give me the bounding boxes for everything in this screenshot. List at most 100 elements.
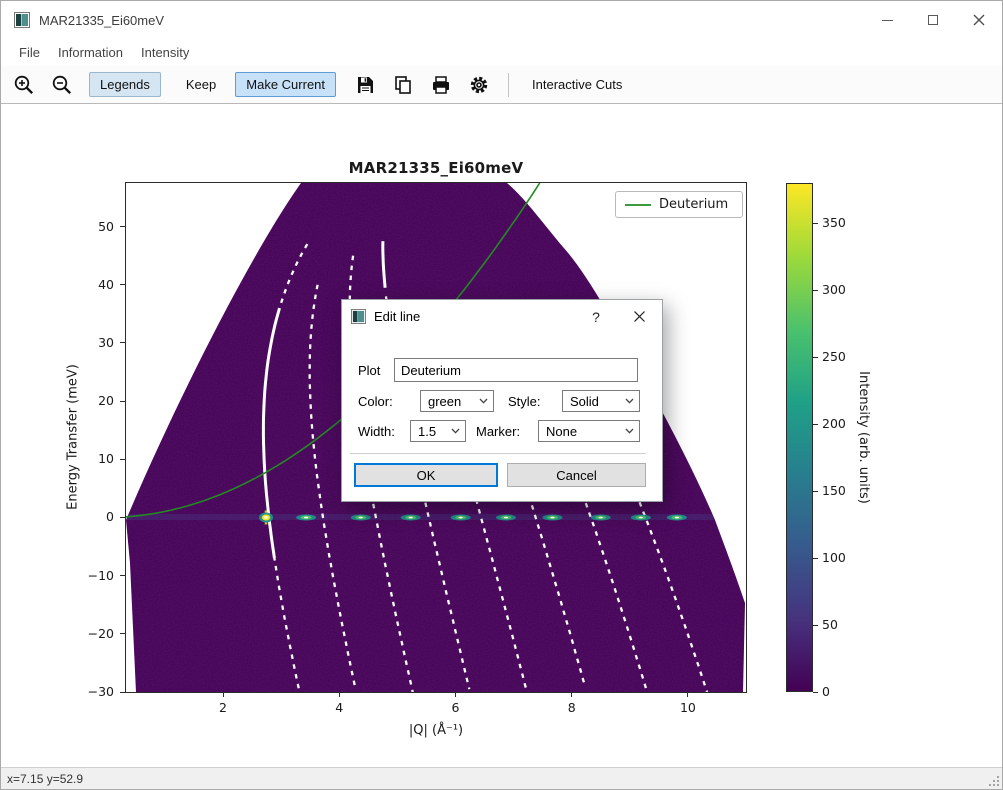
zoom-in-icon: [12, 73, 36, 97]
colorbar-tick-label: 200: [822, 415, 858, 432]
print-icon: [430, 74, 452, 96]
marker-select[interactable]: None: [538, 420, 640, 442]
dialog-title: Edit line: [374, 309, 575, 324]
toolbar: Legends Keep Make Current: [1, 66, 1002, 104]
colorbar-tick-mark: [813, 692, 818, 693]
menu-bar: File Information Intensity: [1, 39, 1002, 66]
x-tick-label: 2: [203, 699, 243, 716]
cancel-button[interactable]: Cancel: [507, 463, 646, 487]
elastic-peak-center: [359, 517, 363, 519]
x-tick-label: 8: [552, 699, 592, 716]
dialog-icon: [351, 309, 366, 324]
menu-information[interactable]: Information: [49, 42, 132, 63]
y-tick-mark: [120, 226, 126, 227]
minimize-button[interactable]: [864, 1, 910, 39]
colorbar-tick-mark: [813, 491, 818, 492]
save-icon: [354, 74, 376, 96]
width-select[interactable]: 1.5: [410, 420, 466, 442]
y-tick-label: 40: [62, 276, 114, 293]
settings-button[interactable]: [464, 70, 494, 100]
y-tick-label: 0: [62, 508, 114, 525]
colorbar: [786, 183, 813, 692]
y-tick-mark: [120, 284, 126, 285]
colorbar-tick-mark: [813, 558, 818, 559]
style-select[interactable]: Solid: [562, 390, 640, 412]
colorbar-tick-label: 150: [822, 482, 858, 499]
minimize-icon: [882, 20, 893, 21]
keep-button[interactable]: Keep: [175, 72, 227, 97]
make-current-button[interactable]: Make Current: [235, 72, 336, 97]
x-tick-label: 4: [319, 699, 359, 716]
close-icon: [973, 14, 985, 26]
chevron-down-icon: [479, 398, 488, 404]
resize-grip-icon[interactable]: [987, 774, 1000, 787]
dialog-title-bar: Edit line ?: [342, 300, 662, 333]
print-button[interactable]: [426, 70, 456, 100]
plot-title: MAR21335_Ei60meV: [126, 159, 746, 177]
save-button[interactable]: [350, 70, 380, 100]
x-tick-mark: [339, 692, 340, 697]
elastic-peak-center: [550, 517, 554, 519]
menu-file[interactable]: File: [10, 42, 49, 63]
chevron-down-icon: [625, 428, 634, 434]
zoom-out-icon: [50, 73, 74, 97]
x-tick-mark: [223, 692, 224, 697]
edit-line-dialog: Edit line ? Plot Color: green Style:: [341, 299, 663, 502]
chevron-down-icon: [625, 398, 634, 404]
colorbar-tick-label: 100: [822, 549, 858, 566]
elastic-peak-center: [459, 517, 463, 519]
dialog-close-button[interactable]: [617, 300, 662, 333]
elastic-peak-center: [639, 517, 643, 519]
y-tick-mark: [120, 517, 126, 518]
y-tick-label: −10: [62, 567, 114, 584]
y-tick-mark: [120, 342, 126, 343]
colorbar-tick-label: 350: [822, 214, 858, 231]
title-bar: MAR21335_Ei60meV: [1, 1, 1002, 39]
y-tick-mark: [120, 459, 126, 460]
width-label: Width:: [358, 424, 410, 439]
app-window: MAR21335_Ei60meV File Information Intens…: [0, 0, 1003, 790]
y-axis-label: Energy Transfer (meV): [66, 364, 81, 510]
legend-label: Deuterium: [659, 197, 728, 212]
color-select[interactable]: green: [420, 390, 494, 412]
x-tick-label: 10: [668, 699, 708, 716]
elastic-peak-center: [504, 517, 508, 519]
copy-button[interactable]: [388, 70, 418, 100]
window-controls: [864, 1, 1002, 39]
close-button[interactable]: [956, 1, 1002, 39]
colorbar-tick-label: 0: [822, 683, 858, 700]
y-tick-mark: [120, 692, 126, 693]
dialog-help-button[interactable]: ?: [575, 300, 617, 333]
dialog-close-icon: [634, 311, 645, 322]
window-title: MAR21335_Ei60meV: [39, 13, 164, 28]
colorbar-tick-mark: [813, 625, 818, 626]
dialog-separator: [350, 453, 646, 455]
elastic-peak-center: [264, 516, 268, 519]
x-axis-label: |Q| (Å⁻¹): [126, 723, 746, 738]
ok-button[interactable]: OK: [354, 463, 498, 487]
maximize-button[interactable]: [910, 1, 956, 39]
style-label: Style:: [508, 394, 554, 409]
plot-name-input[interactable]: [394, 358, 638, 382]
color-label: Color:: [358, 394, 420, 409]
elastic-peak-center: [304, 517, 308, 519]
colorbar-tick-label: 250: [822, 348, 858, 365]
y-tick-mark: [120, 575, 126, 576]
dialog-body: Plot Color: green Style: Solid Width: 1.…: [342, 333, 662, 501]
elastic-peak-center: [409, 517, 413, 519]
colorbar-tick-mark: [813, 223, 818, 224]
y-tick-label: −30: [62, 683, 114, 700]
legends-button[interactable]: Legends: [89, 72, 161, 97]
interactive-cuts-button[interactable]: Interactive Cuts: [521, 72, 633, 97]
plot-field-label: Plot: [358, 363, 394, 378]
menu-intensity[interactable]: Intensity: [132, 42, 198, 63]
style-value: Solid: [570, 394, 599, 409]
status-bar: x=7.15 y=52.9: [1, 767, 1002, 789]
zoom-out-button[interactable]: [47, 70, 77, 100]
y-tick-label: −20: [62, 625, 114, 642]
color-value: green: [428, 394, 461, 409]
elastic-peak-center: [599, 517, 603, 519]
zoom-in-button[interactable]: [9, 70, 39, 100]
width-value: 1.5: [418, 424, 436, 439]
marker-value: None: [546, 424, 577, 439]
